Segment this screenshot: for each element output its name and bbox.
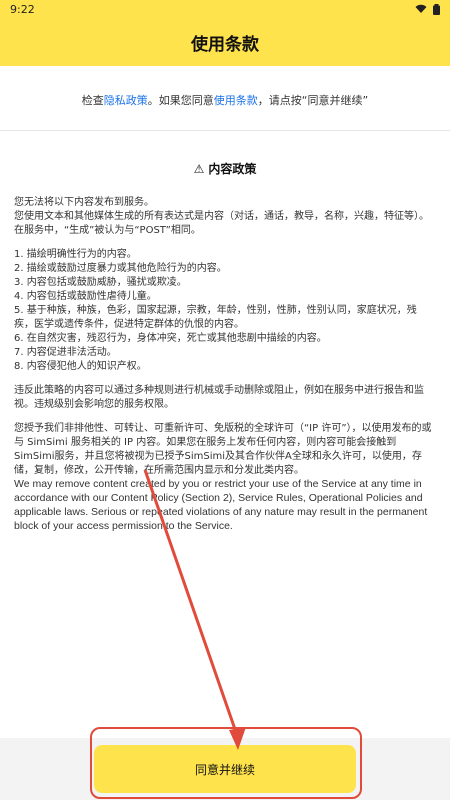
app-bar: 使用条款	[0, 18, 450, 66]
intro-prefix: 检查	[81, 94, 104, 107]
battery-icon	[433, 3, 440, 15]
policy-heading-text: 内容政策	[208, 162, 257, 176]
terms-link[interactable]: 使用条款	[214, 94, 258, 107]
list-item: 5. 基于种族，种族，色彩，国家起源，宗教，年龄，性别，性肺，性别认同，家庭状况…	[14, 305, 417, 330]
warning-icon: ⚠	[193, 162, 205, 176]
policy-paragraph: 您无法将以下内容发布到服务。 您使用文本和其他媒体生成的所有表达式是内容（对话，…	[14, 196, 434, 238]
policy-p4: 您授予我们非排他性、可转让、可重新许可、免版税的全球许可（“IP 许可”），以使…	[14, 423, 432, 476]
list-item: 7. 内容促进非法活动。	[14, 347, 117, 358]
divider	[0, 130, 450, 131]
privacy-policy-link[interactable]: 隐私政策	[104, 94, 148, 107]
status-bar: 9:22	[0, 0, 450, 18]
intro-text: 检查隐私政策。如果您同意使用条款，请点按“同意并继续”	[0, 92, 450, 108]
status-icons	[415, 3, 440, 15]
list-item: 8. 内容侵犯他人的知识产权。	[14, 361, 147, 372]
policy-list: 1. 描绘明确性行为的内容。 2. 描绘或鼓励过度暴力或其他危险行为的内容。 3…	[14, 248, 434, 374]
content-policy-heading: ⚠ 内容政策	[0, 160, 450, 177]
policy-p5-en: We may remove content created by you or …	[14, 478, 428, 532]
list-item: 2. 描绘或鼓励过度暴力或其他危险行为的内容。	[14, 263, 227, 274]
list-item: 1. 描绘明确性行为的内容。	[14, 249, 137, 260]
intro-middle: 。如果您同意	[147, 94, 214, 107]
status-time: 9:22	[10, 2, 35, 16]
policy-content: 您无法将以下内容发布到服务。 您使用文本和其他媒体生成的所有表达式是内容（对话，…	[14, 196, 434, 544]
page-title: 使用条款	[191, 34, 259, 55]
intro-suffix: ，请点按“同意并继续”	[257, 94, 369, 107]
list-item: 3. 内容包括或鼓励威胁，骚扰或欺凌。	[14, 277, 187, 288]
policy-p4-block: 您授予我们非排他性、可转让、可重新许可、免版税的全球许可（“IP 许可”），以使…	[14, 422, 434, 534]
policy-p3: 违反此策略的内容可以通过多种规则进行机械或手动删除或阻止，例如在服务中进行报告和…	[14, 385, 424, 410]
list-item: 6. 在自然灾害，残忍行为，身体冲突，死亡或其他悲剧中描绘的内容。	[14, 333, 327, 344]
wifi-icon	[415, 4, 427, 13]
policy-p1: 您无法将以下内容发布到服务。	[14, 197, 154, 208]
policy-p2: 您使用文本和其他媒体生成的所有表达式是内容（对话，通话，教导，名称，兴趣，特征等…	[14, 211, 429, 236]
agree-continue-button[interactable]: 同意并继续	[94, 745, 356, 793]
list-item: 4. 内容包括或鼓励性虐待儿童。	[14, 291, 157, 302]
